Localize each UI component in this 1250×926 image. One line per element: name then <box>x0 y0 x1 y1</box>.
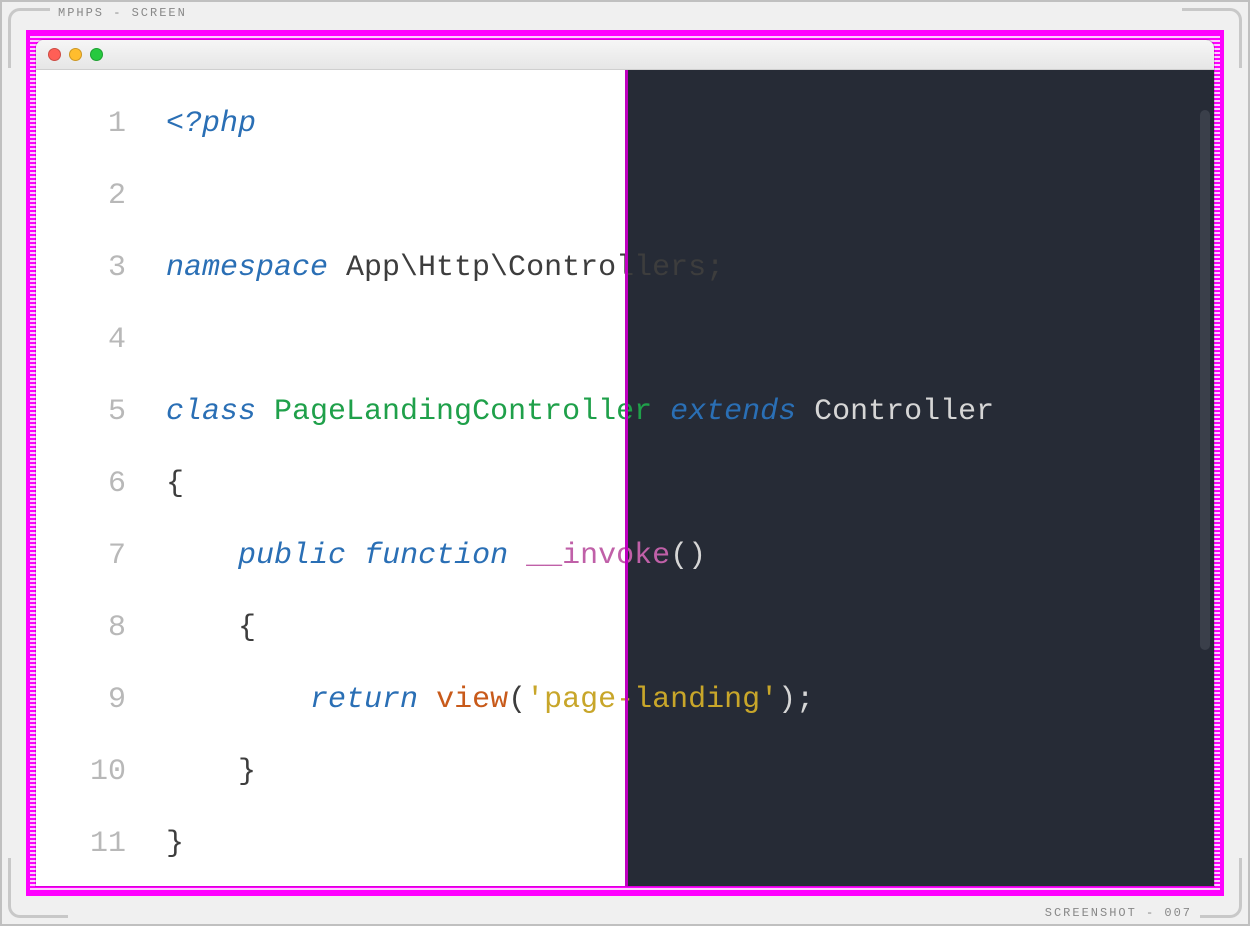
line-content[interactable]: class PageLandingController extends Cont… <box>166 376 1214 448</box>
token <box>166 611 238 645</box>
token: { <box>238 611 256 645</box>
line-content[interactable]: public function __invoke() <box>166 520 1214 592</box>
token: <?php <box>166 107 256 141</box>
code-editor-window: 1<?php23namespace App\Http\Controllers;4… <box>36 40 1214 886</box>
token <box>346 539 364 573</box>
token <box>508 539 526 573</box>
token: App\Http\Controllers; <box>328 251 724 285</box>
line-number: 11 <box>36 808 166 880</box>
line-number: 6 <box>36 448 166 520</box>
token <box>166 683 310 717</box>
token <box>166 755 238 789</box>
window-titlebar <box>36 40 1214 70</box>
token: __invoke <box>526 539 670 573</box>
frame-label-top: MPHPS - SCREEN <box>50 6 195 20</box>
app-frame: MPHPS - SCREEN SCREENSHOT - 007 1<?php23… <box>0 0 1250 926</box>
maximize-button[interactable] <box>90 48 103 61</box>
token <box>796 395 814 429</box>
split-divider[interactable] <box>625 70 628 886</box>
token: () <box>670 539 706 573</box>
close-button[interactable] <box>48 48 61 61</box>
line-content[interactable]: <?php <box>166 88 1214 160</box>
line-content[interactable]: } <box>166 736 1214 808</box>
token: view <box>436 683 508 717</box>
token: } <box>166 827 184 861</box>
line-content[interactable]: { <box>166 592 1214 664</box>
line-number: 3 <box>36 232 166 304</box>
line-number: 8 <box>36 592 166 664</box>
line-content[interactable]: } <box>166 808 1214 880</box>
token <box>652 395 670 429</box>
token: function <box>364 539 508 573</box>
line-number: 1 <box>36 88 166 160</box>
line-content[interactable] <box>166 304 1214 376</box>
token: { <box>166 467 184 501</box>
token <box>256 395 274 429</box>
line-number: 7 <box>36 520 166 592</box>
line-content[interactable]: return view('page-landing'); <box>166 664 1214 736</box>
code-area[interactable]: 1<?php23namespace App\Http\Controllers;4… <box>36 70 1214 886</box>
line-number: 2 <box>36 160 166 232</box>
token <box>418 683 436 717</box>
frame-label-bottom: SCREENSHOT - 007 <box>1037 906 1200 920</box>
token: extends <box>670 395 796 429</box>
token: Controller <box>814 395 994 429</box>
line-number: 4 <box>36 304 166 376</box>
highlight-border: 1<?php23namespace App\Http\Controllers;4… <box>26 30 1224 896</box>
line-content[interactable] <box>166 160 1214 232</box>
token: ( <box>508 683 526 717</box>
token: namespace <box>166 251 328 285</box>
line-number: 10 <box>36 736 166 808</box>
line-number: 5 <box>36 376 166 448</box>
line-number: 9 <box>36 664 166 736</box>
vertical-scrollbar[interactable] <box>1200 110 1210 650</box>
token: return <box>310 683 418 717</box>
line-content[interactable]: { <box>166 448 1214 520</box>
token: PageLandingController <box>274 395 652 429</box>
token <box>166 539 238 573</box>
token: class <box>166 395 256 429</box>
token: ); <box>778 683 814 717</box>
token: } <box>238 755 256 789</box>
token: 'page-landing' <box>526 683 778 717</box>
line-content[interactable]: namespace App\Http\Controllers; <box>166 232 1214 304</box>
token: public <box>238 539 346 573</box>
minimize-button[interactable] <box>69 48 82 61</box>
